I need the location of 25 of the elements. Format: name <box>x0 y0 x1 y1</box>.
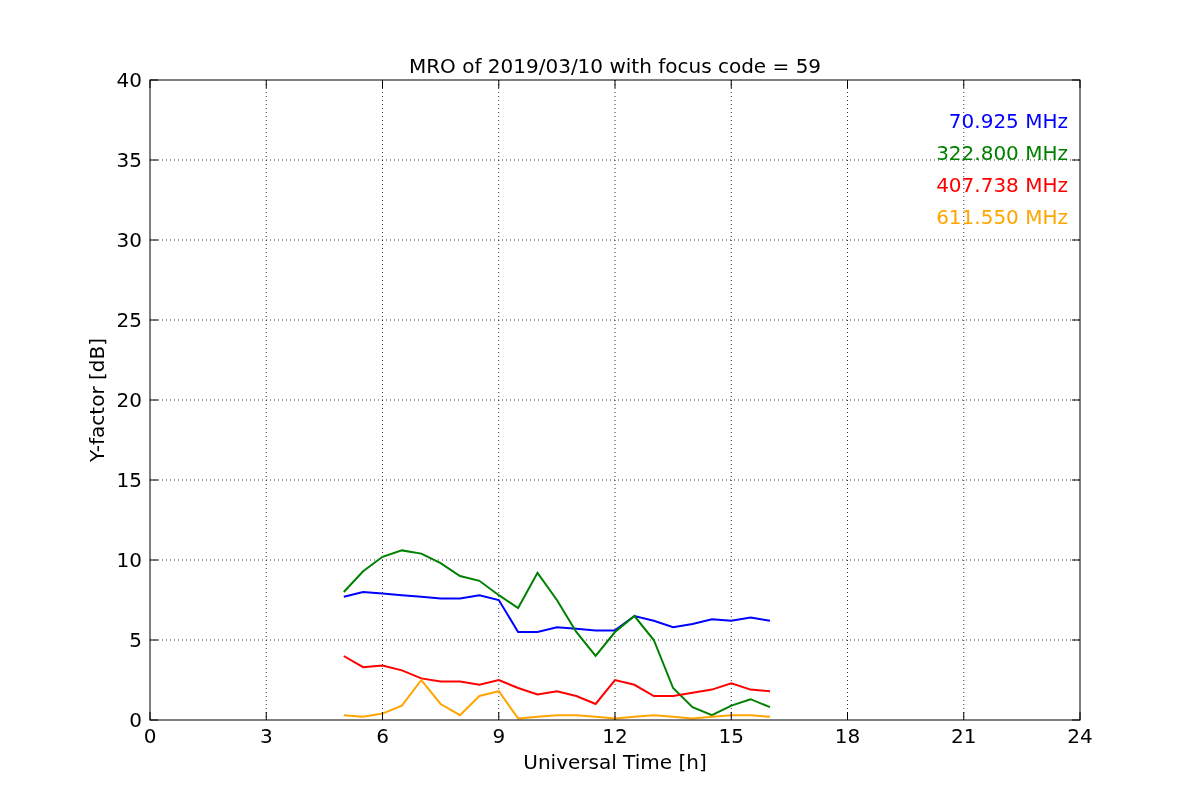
chart-title: MRO of 2019/03/10 with focus code = 59 <box>408 54 822 78</box>
legend-label: 70.925 MHz <box>948 109 1068 133</box>
legend-label: 611.550 MHz <box>936 205 1068 229</box>
y-axis-label: Y-factor [dB] <box>85 338 109 462</box>
y-tick-label: 10 <box>116 548 142 572</box>
y-tick-label: 0 <box>129 708 142 732</box>
y-tick-label: 5 <box>129 628 142 652</box>
x-tick-label: 15 <box>718 724 744 748</box>
x-tick-label: 21 <box>951 724 977 748</box>
y-tick-label: 20 <box>116 388 142 412</box>
x-tick-label: 24 <box>1067 724 1093 748</box>
x-tick-label: 9 <box>492 724 506 748</box>
y-tick-label: 40 <box>116 68 142 92</box>
x-axis-label: Universal Time [h] <box>523 750 707 774</box>
x-tick-label: 12 <box>602 724 628 748</box>
x-tick-label: 0 <box>143 724 157 748</box>
legend-label: 407.738 MHz <box>936 173 1068 197</box>
y-tick-label: 25 <box>116 308 142 332</box>
x-tick-label: 18 <box>834 724 861 748</box>
y-tick-label: 30 <box>116 228 142 252</box>
y-tick-label: 15 <box>116 468 142 492</box>
x-tick-label: 6 <box>376 724 389 748</box>
y-tick-label: 35 <box>116 148 142 172</box>
x-tick-label: 3 <box>259 724 273 748</box>
legend-label: 322.800 MHz <box>936 141 1068 165</box>
